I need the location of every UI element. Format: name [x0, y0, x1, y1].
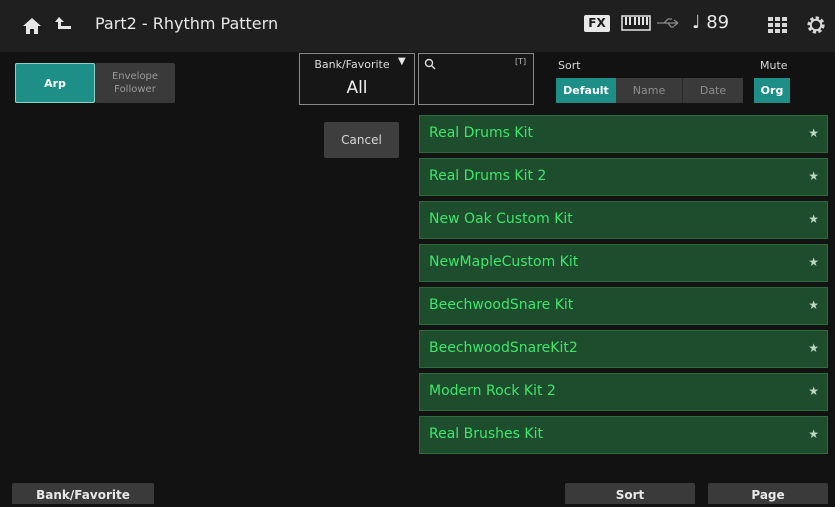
envelope-label-line1: Envelope — [111, 71, 159, 82]
mute-label: Mute — [760, 59, 788, 72]
list-item-label: NewMapleCustom Kit — [429, 254, 579, 270]
list-item[interactable]: NewMapleCustom Kit ★ — [419, 244, 828, 282]
home-icon[interactable] — [22, 17, 42, 35]
star-icon[interactable]: ★ — [808, 341, 819, 355]
footer-page-button[interactable]: Page — [708, 483, 828, 504]
list-item[interactable]: New Oak Custom Kit ★ — [419, 201, 828, 239]
list-item-label: BeechwoodSnare Kit — [429, 297, 574, 313]
star-icon[interactable]: ★ — [808, 169, 819, 183]
header-bar: Part2 - Rhythm Pattern FX ♩ 89 — [0, 0, 835, 52]
star-icon[interactable]: ★ — [808, 384, 819, 398]
sort-label: Sort — [558, 59, 581, 72]
list-item-label: BeechwoodSnareKit2 — [429, 340, 578, 356]
list-item-label: Real Drums Kit — [429, 125, 533, 141]
list-item-label: Real Drums Kit 2 — [429, 168, 547, 184]
star-icon[interactable]: ★ — [808, 427, 819, 441]
list-item[interactable]: Real Drums Kit ★ — [419, 115, 828, 153]
sort-date-button[interactable]: Date — [683, 78, 743, 103]
star-icon[interactable]: ★ — [808, 298, 819, 312]
page-title: Part2 - Rhythm Pattern — [95, 14, 279, 33]
back-icon[interactable] — [53, 15, 75, 35]
list-item[interactable]: Modern Rock Kit 2 ★ — [419, 373, 828, 411]
envelope-follower-button[interactable]: Envelope Follower — [95, 63, 175, 103]
tempo-display[interactable]: ♩ 89 — [692, 12, 729, 33]
grid-icon[interactable] — [768, 17, 788, 33]
footer-sort-button[interactable]: Sort — [565, 483, 695, 504]
star-icon[interactable]: ★ — [808, 255, 819, 269]
cancel-button[interactable]: Cancel — [324, 122, 399, 158]
arp-button-label: Arp — [44, 76, 66, 90]
search-icon — [424, 58, 436, 70]
sort-name-button[interactable]: Name — [616, 78, 683, 103]
search-field[interactable]: [T] — [418, 53, 534, 105]
bank-favorite-label: Bank/Favorite — [314, 58, 390, 71]
list-item[interactable]: Real Drums Kit 2 ★ — [419, 158, 828, 196]
sort-default-button[interactable]: Default — [556, 78, 616, 103]
list-item-label: Modern Rock Kit 2 — [429, 383, 556, 399]
bank-favorite-selector[interactable]: Bank/Favorite ▼ All — [299, 53, 415, 105]
arp-button[interactable]: Arp — [15, 63, 95, 103]
envelope-label-line2: Follower — [114, 84, 156, 95]
list-item[interactable]: BeechwoodSnareKit2 ★ — [419, 330, 828, 368]
footer-bank-favorite-button[interactable]: Bank/Favorite — [12, 483, 154, 504]
star-icon[interactable]: ★ — [808, 126, 819, 140]
search-text-tag: [T] — [515, 57, 527, 66]
dropdown-caret-icon: ▼ — [398, 56, 406, 67]
gear-icon[interactable] — [805, 14, 827, 36]
list-item-label: Real Brushes Kit — [429, 426, 543, 442]
mute-org-button[interactable]: Org — [754, 78, 790, 103]
list-item[interactable]: Real Brushes Kit ★ — [419, 416, 828, 454]
keyboard-icon — [621, 15, 651, 31]
star-icon[interactable]: ★ — [808, 212, 819, 226]
list-item-label: New Oak Custom Kit — [429, 211, 573, 227]
bank-favorite-value: All — [346, 78, 368, 98]
list-item[interactable]: BeechwoodSnare Kit ★ — [419, 287, 828, 325]
usb-icon — [657, 18, 679, 28]
fx-badge[interactable]: FX — [584, 15, 610, 32]
